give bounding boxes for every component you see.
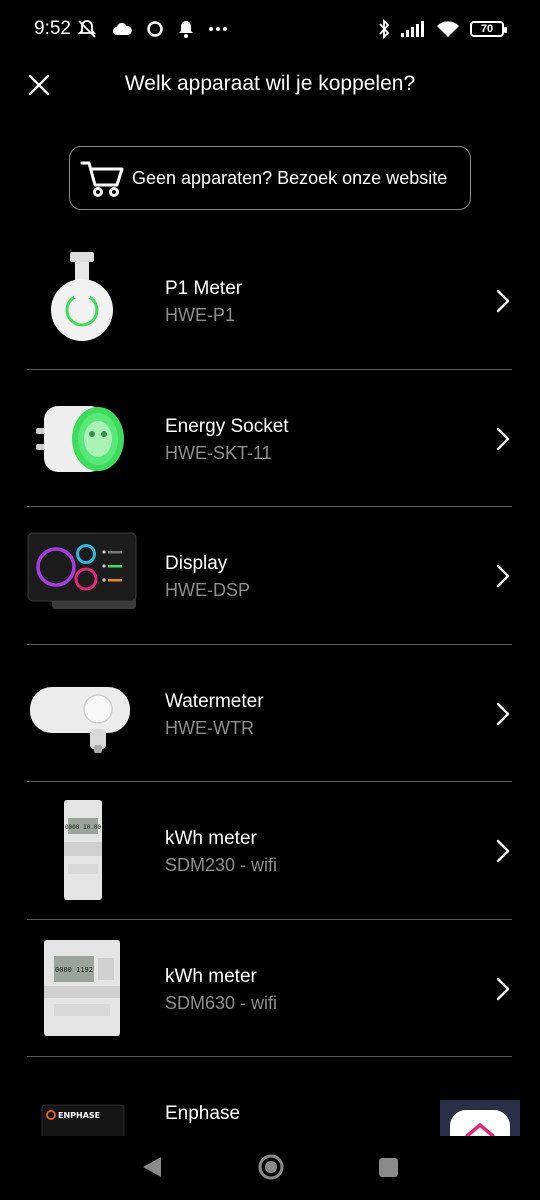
navigation-bar [0, 1136, 540, 1200]
device-item-watermeter[interactable]: Watermeter HWE-WTR [0, 645, 540, 782]
status-bar: 9:52 70 [0, 0, 540, 60]
enphase-logo-text: ENPHASE [58, 1111, 100, 1120]
device-item-energy-socket[interactable]: Energy Socket HWE-SKT-11 [0, 370, 540, 507]
circle-icon [147, 21, 163, 37]
kwh-meter-sdm230-image: 0000 10.00 [64, 800, 102, 900]
device-item-display[interactable]: Display HWE-DSP [0, 507, 540, 645]
device-model: HWE-DSP [165, 580, 250, 600]
status-icons-left [76, 17, 228, 41]
kwh-meter-sdm630-image: 0000 1192 [44, 939, 120, 1036]
status-icons-right: 70 [378, 17, 507, 41]
device-model: SDM630 - wifi [165, 992, 278, 1013]
battery-indicator: 70 [470, 21, 507, 37]
device-model: HWE-WTR [165, 717, 254, 738]
visit-website-button[interactable]: Geen apparaten? Bezoek onze website [69, 146, 471, 210]
device-model: HWE-SKT-11 [165, 442, 272, 463]
cloud-icon [113, 22, 132, 35]
device-list: P1 Meter HWE-P1 Energy Socket HWE-SKT-11 [0, 232, 540, 1195]
chevron-right-icon [496, 839, 510, 863]
device-item-kwh-meter-sdm630[interactable]: 0000 1192 kWh meter SDM630 - wifi [0, 920, 540, 1057]
bluetooth-icon [379, 19, 390, 39]
device-name: Display [165, 553, 228, 574]
device-name: kWh meter [165, 828, 257, 849]
chevron-right-icon [496, 564, 510, 588]
chevron-right-icon [496, 977, 510, 1000]
signal-icon [401, 21, 424, 37]
device-name: P1 Meter [165, 278, 243, 299]
chevron-right-icon [496, 427, 510, 450]
wifi-icon [437, 21, 459, 37]
more-icon [209, 27, 227, 31]
device-item-kwh-meter-sdm230[interactable]: 0000 10.00 kWh meter SDM230 - wifi [0, 782, 540, 920]
visit-website-label: Geen apparaten? Bezoek onze website [132, 167, 448, 188]
bell-icon [179, 21, 193, 38]
device-item-p1-meter[interactable]: P1 Meter HWE-P1 [0, 232, 540, 370]
device-name: Energy Socket [165, 415, 289, 437]
display-image [27, 532, 137, 609]
device-name: Watermeter [165, 690, 264, 712]
device-model: SDM230 - wifi [165, 855, 278, 875]
watermeter-image [30, 686, 130, 753]
page-title: Welk apparaat wil je koppelen? [124, 72, 416, 95]
sdm230-screen-text: 0000 10.00 [65, 824, 102, 831]
chevron-right-icon [496, 702, 510, 725]
sdm630-screen-text: 0000 1192 [55, 966, 93, 974]
device-name: kWh meter [165, 965, 257, 987]
energy-socket-image [36, 405, 124, 472]
device-name: Enphase [165, 1103, 241, 1124]
status-time: 9:52 [34, 18, 71, 39]
notifications-off-icon [77, 20, 97, 38]
device-model: HWE-P1 [165, 305, 236, 325]
shopping-cart-icon [80, 161, 124, 197]
recent-apps-icon[interactable] [378, 1157, 399, 1178]
chevron-right-icon [496, 289, 510, 313]
home-icon[interactable] [257, 1153, 285, 1181]
back-icon[interactable] [140, 1154, 164, 1180]
p1-meter-image [51, 252, 113, 341]
